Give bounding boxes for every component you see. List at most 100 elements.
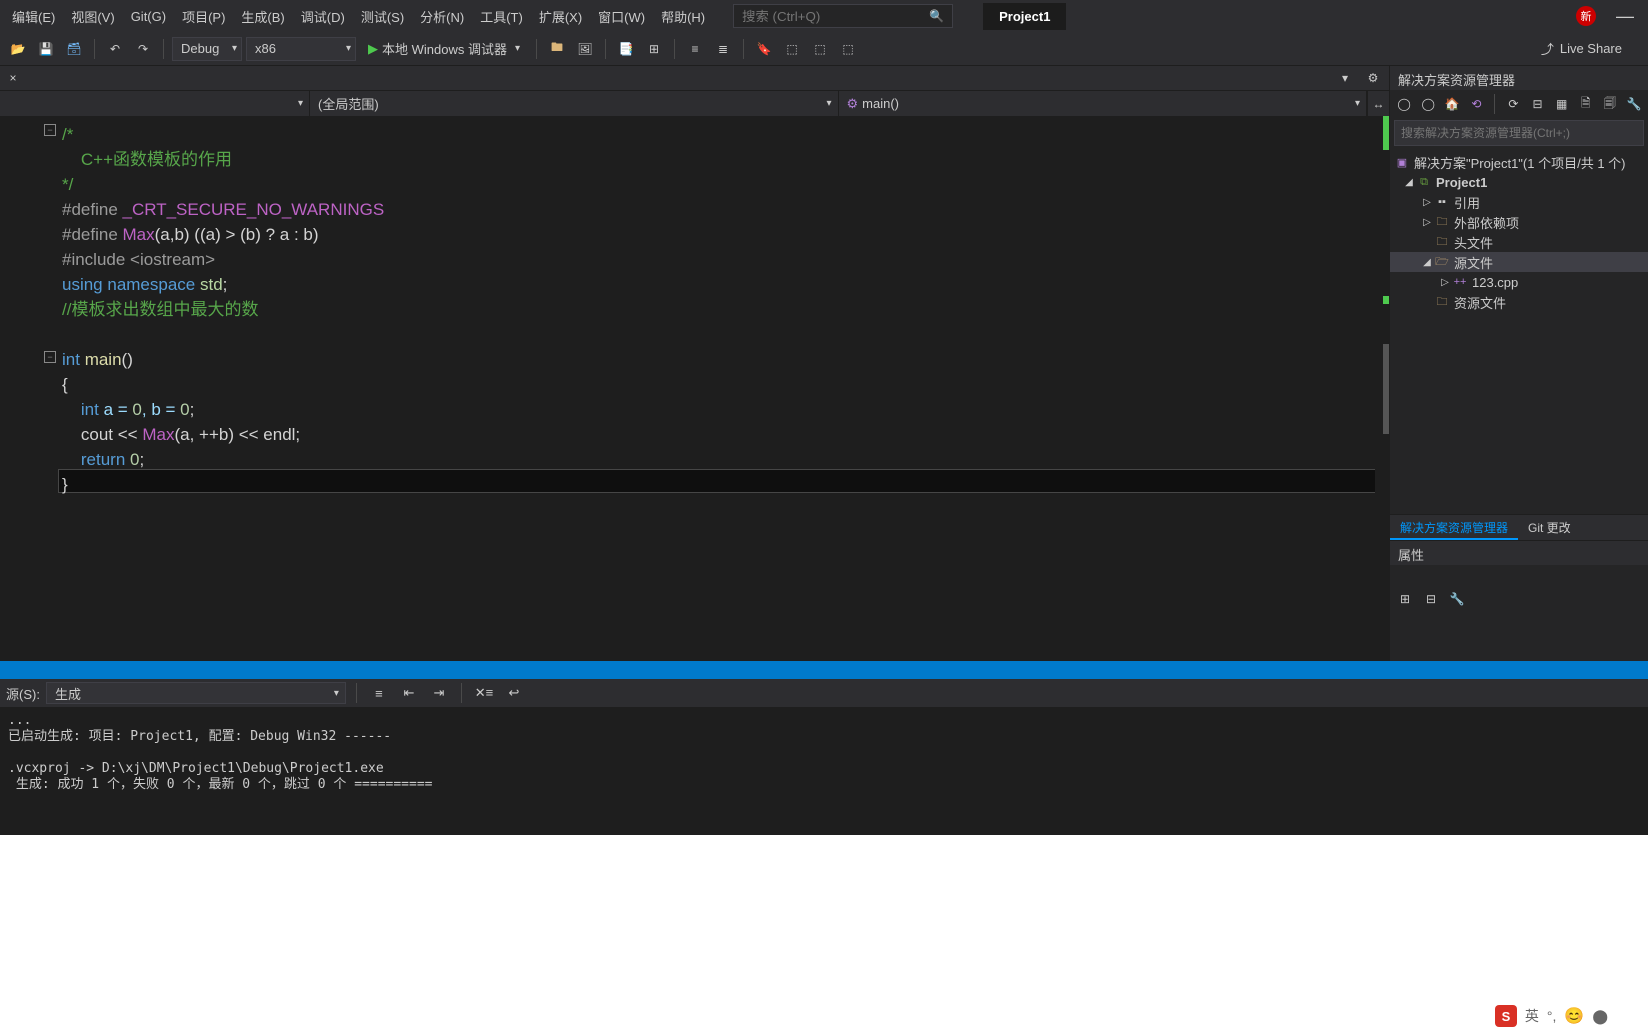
save-all-icon[interactable]: 🗃 [62,37,86,61]
fold-icon[interactable]: − [44,351,56,363]
menu-help[interactable]: 帮助(H) [653,3,713,30]
ime-logo-icon[interactable]: S [1495,1005,1517,1027]
nav-scope-dropdown[interactable]: (全局范围) [310,91,839,116]
refresh-icon[interactable]: ⟳ [1503,93,1523,115]
tree-label: Project1 [1436,175,1487,190]
menu-analyze[interactable]: 分析(N) [412,3,472,30]
redo-icon[interactable]: ↷ [131,37,155,61]
separator [1494,94,1495,114]
code-token: a = [99,400,133,419]
menu-tools[interactable]: 工具(T) [472,3,531,30]
panel-divider[interactable] [0,661,1648,679]
code-token: #define [62,200,118,219]
menu-git[interactable]: Git(G) [123,5,174,28]
close-icon[interactable]: × [4,69,22,87]
show-all-icon[interactable]: ▦ [1552,93,1572,115]
forward-icon[interactable]: ◯ [1418,93,1438,115]
menu-view[interactable]: 视图(V) [63,3,122,30]
toolbar-icon[interactable]: ≣ [711,37,735,61]
project-selector[interactable]: Project1 [983,3,1066,30]
new-badge-icon[interactable]: 新 [1576,6,1596,26]
ime-punct-icon[interactable]: °, [1547,1008,1557,1024]
toolbar-icon[interactable]: ⊞ [642,37,666,61]
search-box[interactable]: 🔍 [733,4,953,28]
chevron-down-icon[interactable]: ◢ [1420,257,1434,268]
wrench-icon[interactable]: 🔧 [1446,588,1468,610]
tree-resources-node[interactable]: 🗀 资源文件 [1390,292,1648,312]
tree-file-node[interactable]: ▷ ++ 123.cpp [1390,272,1648,292]
separator [674,39,675,59]
menu-project[interactable]: 项目(P) [174,3,233,30]
sync-icon[interactable]: ⟲ [1466,93,1486,115]
toolbar-icon[interactable]: ⬚ [808,37,832,61]
toolbar-icon[interactable]: ⬚ [836,37,860,61]
output-source-dropdown[interactable]: 生成 [46,682,346,704]
platform-dropdown[interactable]: x86 [246,37,356,61]
chevron-right-icon[interactable]: ▷ [1420,197,1434,208]
solution-search-input[interactable] [1401,126,1637,140]
minimize-icon[interactable]: — [1616,6,1634,27]
menu-edit[interactable]: 编辑(E) [4,3,63,30]
code-token: 0 [132,400,141,419]
chevron-right-icon[interactable]: ▷ [1420,217,1434,228]
fold-icon[interactable]: − [44,124,56,136]
code-token: } [62,475,68,494]
tab-solution-explorer[interactable]: 解决方案资源管理器 [1390,515,1518,540]
solution-search[interactable] [1394,120,1644,146]
menu-test[interactable]: 测试(S) [353,3,412,30]
tree-project-node[interactable]: ◢ ⧉ Project1 [1390,172,1648,192]
tree-sources-node[interactable]: ◢ 🗁 源文件 [1390,252,1648,272]
tree-solution-node[interactable]: ▣ 解决方案"Project1"(1 个项目/共 1 个) [1390,152,1648,172]
nav-project-dropdown[interactable] [0,91,310,116]
home-icon[interactable]: 🏠 [1442,93,1462,115]
nav-function-dropdown[interactable]: ⚙ main() [839,91,1368,116]
tab-git-changes[interactable]: Git 更改 [1518,515,1581,540]
tree-headers-node[interactable]: 🗀 头文件 [1390,232,1648,252]
wrench-icon[interactable]: 🔧 [1624,93,1644,115]
wrap-icon[interactable]: ↩ [502,681,526,705]
code-editor[interactable]: − − /* C++函数模板的作用 */ #define _CRT_SECURE… [0,116,1389,661]
gear-icon[interactable]: ⚙ [1361,66,1385,90]
nav-split-icon[interactable]: ↔ [1367,91,1389,116]
ime-emoji-icon[interactable]: 😊 [1564,1006,1584,1026]
output-text[interactable]: ... 已启动生成: 项目: Project1, 配置: Debug Win32… [0,707,1648,851]
ime-lang[interactable]: 英 [1525,1006,1539,1026]
toolbar-icon[interactable]: 🖼 [573,37,597,61]
menu-extensions[interactable]: 扩展(X) [531,3,590,30]
categorize-icon[interactable]: ⊞ [1394,588,1416,610]
toolbar-icon[interactable]: 🖿 [545,37,569,61]
toolbar-icon[interactable]: 📑 [614,37,638,61]
liveshare-button[interactable]: ⤴ Live Share [1541,39,1642,58]
chevron-down-icon[interactable]: ◢ [1402,177,1416,188]
properties-icon[interactable]: 🗎 [1576,93,1596,115]
toolbar-icon[interactable]: ⬚ [780,37,804,61]
search-input[interactable] [742,9,922,24]
config-dropdown[interactable]: Debug [172,37,242,61]
solution-tree: ▣ 解决方案"Project1"(1 个项目/共 1 个) ◢ ⧉ Projec… [1390,148,1648,514]
open-icon[interactable]: 📂 [6,37,30,61]
clear-icon[interactable]: ✕≡ [472,681,496,705]
menu-build[interactable]: 生成(B) [233,3,292,30]
preview-icon[interactable]: 🗐 [1600,93,1620,115]
output-icon[interactable]: ≡ [367,681,391,705]
dropdown-icon[interactable]: ▾ [1333,66,1357,90]
minimap[interactable] [1375,116,1389,661]
tree-external-node[interactable]: ▷ 🗀 外部依赖项 [1390,212,1648,232]
separator [536,39,537,59]
sort-icon[interactable]: ⊟ [1420,588,1442,610]
collapse-icon[interactable]: ⊟ [1527,93,1547,115]
menu-debug[interactable]: 调试(D) [293,3,353,30]
run-button[interactable]: ▶ 本地 Windows 调试器 [360,37,528,60]
tree-refs-node[interactable]: ▷ ▪▪ 引用 [1390,192,1648,212]
chevron-right-icon[interactable]: ▷ [1438,277,1452,288]
back-icon[interactable]: ◯ [1394,93,1414,115]
menu-window[interactable]: 窗口(W) [590,3,653,30]
bookmark-icon[interactable]: 🔖 [752,37,776,61]
ime-more-icon[interactable]: ⬤ [1592,1008,1608,1025]
output-icon[interactable]: ⇤ [397,681,421,705]
panel-title: 解决方案资源管理器 [1390,66,1648,90]
undo-icon[interactable]: ↶ [103,37,127,61]
toolbar-icon[interactable]: ≡ [683,37,707,61]
save-icon[interactable]: 💾 [34,37,58,61]
output-icon[interactable]: ⇥ [427,681,451,705]
